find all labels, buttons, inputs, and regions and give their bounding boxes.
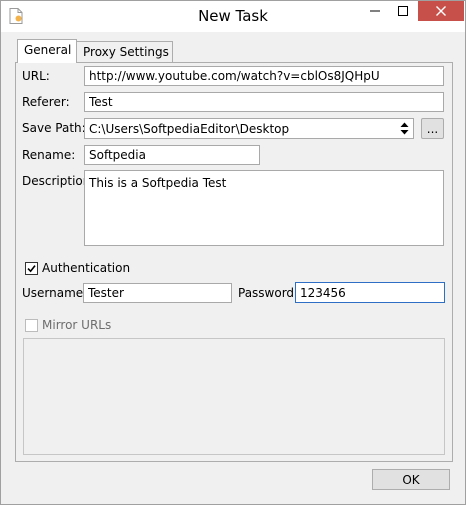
- combo-arrows[interactable]: [395, 119, 413, 138]
- rename-input[interactable]: [84, 145, 260, 165]
- browse-button[interactable]: ...: [421, 118, 444, 139]
- new-task-dialog: New Task General Proxy Settings URL: Ref…: [0, 0, 466, 505]
- password-label: Password:: [238, 286, 299, 300]
- username-label: Username:: [22, 286, 88, 300]
- referer-label: Referer:: [22, 95, 70, 109]
- maximize-icon: [398, 6, 408, 16]
- username-input[interactable]: [83, 283, 232, 303]
- description-textarea[interactable]: This is a Softpedia Test: [84, 170, 444, 246]
- url-label: URL:: [22, 69, 50, 83]
- tab-proxy-settings[interactable]: Proxy Settings: [76, 41, 173, 62]
- mirror-urls-label: Mirror URLs: [42, 318, 112, 332]
- save-path-value: C:\Users\SoftpediaEditor\Desktop: [89, 121, 290, 136]
- close-button[interactable]: [418, 1, 464, 21]
- referer-input[interactable]: [84, 92, 444, 112]
- checkmark-icon: [27, 265, 36, 273]
- up-down-arrows-icon: [400, 122, 408, 135]
- mirror-urls-checkbox[interactable]: [25, 319, 38, 332]
- general-tab-panel: URL: Referer: Save Path: C:\Users\Softpe…: [15, 62, 453, 462]
- rename-label: Rename:: [22, 148, 76, 162]
- save-path-label: Save Path:: [22, 121, 86, 135]
- ok-button[interactable]: OK: [372, 469, 450, 490]
- maximize-button[interactable]: [389, 1, 417, 21]
- url-input[interactable]: [84, 66, 444, 86]
- minimize-button[interactable]: [361, 1, 389, 21]
- authentication-label: Authentication: [42, 261, 131, 275]
- authentication-checkbox[interactable]: [25, 262, 38, 275]
- mirror-urls-list[interactable]: [23, 338, 445, 455]
- tab-general[interactable]: General: [17, 39, 77, 63]
- password-input[interactable]: [295, 282, 445, 303]
- save-path-combo[interactable]: C:\Users\SoftpediaEditor\Desktop: [84, 118, 414, 139]
- close-icon: [436, 6, 446, 16]
- title-bar[interactable]: New Task: [1, 1, 465, 32]
- minimize-icon: [370, 10, 380, 12]
